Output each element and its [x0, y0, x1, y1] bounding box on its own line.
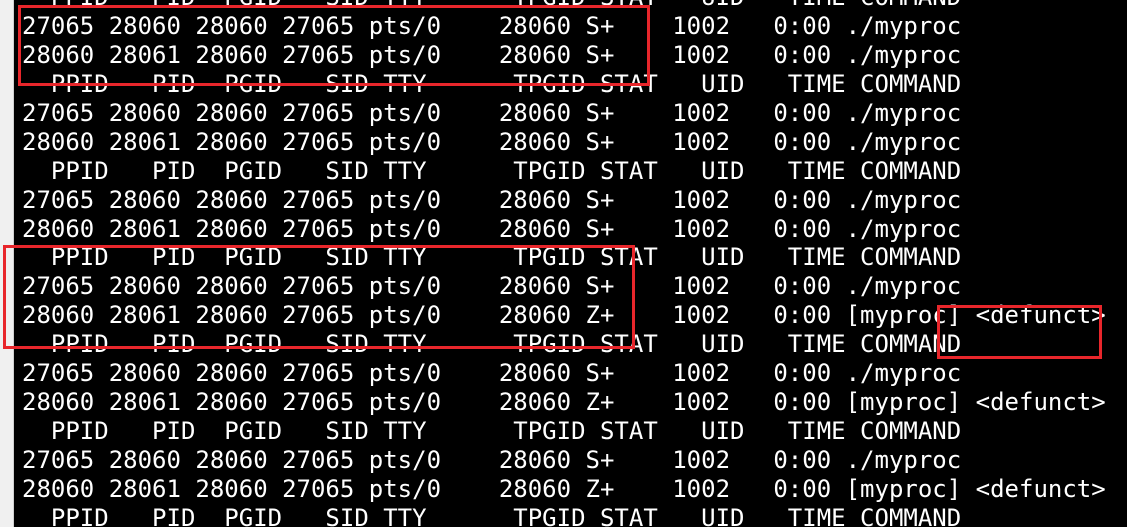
- process-line: 27065 28060 28060 27065 pts/0 28060 S+ 1…: [22, 185, 962, 214]
- process-line: 27065 28060 28060 27065 pts/0 28060 S+ 1…: [22, 359, 962, 388]
- highlight-box-running-processes: [18, 5, 650, 86]
- highlight-box-defunct-label: [937, 305, 1102, 359]
- ps-header-line: PPID PID PGID SID TTY TPGID STAT UID TIM…: [22, 503, 962, 527]
- zombie-process-line: 28060 28061 28060 27065 pts/0 28060 Z+ 1…: [22, 388, 1106, 417]
- process-line: 28060 28061 28060 27065 pts/0 28060 S+ 1…: [22, 127, 962, 156]
- highlight-box-zombie-processes: [3, 245, 635, 349]
- process-line: 27065 28060 28060 27065 pts/0 28060 S+ 1…: [22, 446, 962, 474]
- process-line: 28060 28061 28060 27065 pts/0 28060 S+ 1…: [22, 214, 962, 243]
- ps-header-line: PPID PID PGID SID TTY TPGID STAT UID TIM…: [22, 417, 962, 446]
- process-line: 27065 28060 28060 27065 pts/0 28060 S+ 1…: [22, 98, 962, 127]
- zombie-process-line: 28060 28061 28060 27065 pts/0 28060 Z+ 1…: [22, 474, 1106, 503]
- ps-header-line: PPID PID PGID SID TTY TPGID STAT UID TIM…: [22, 156, 962, 185]
